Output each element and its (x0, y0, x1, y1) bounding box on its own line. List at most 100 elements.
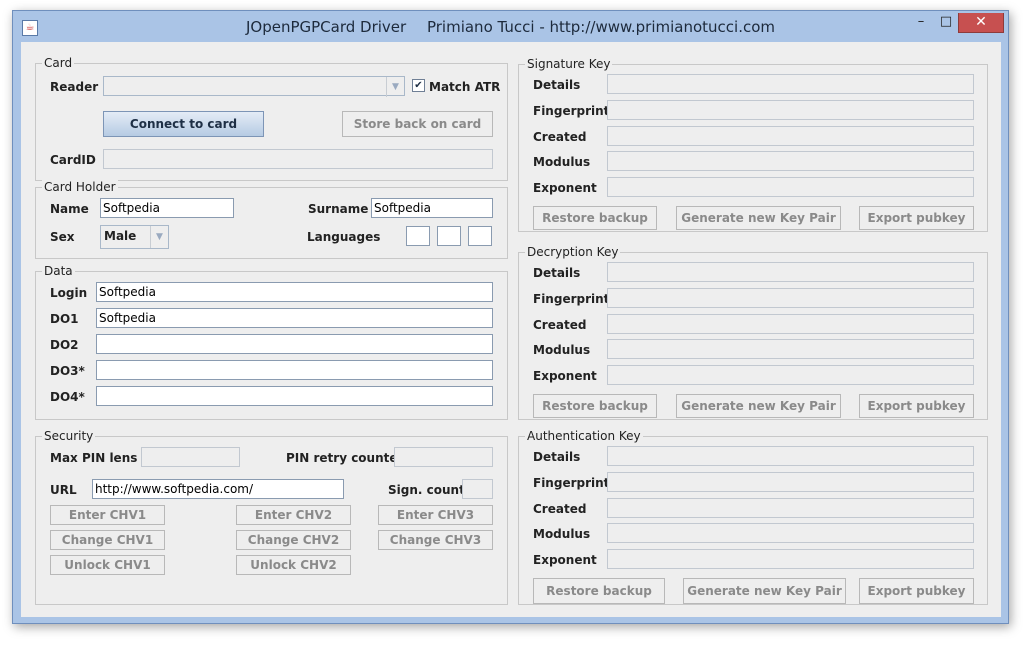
dec-fingerprint-label: Fingerprint (533, 292, 610, 306)
minimize-button[interactable]: – (908, 13, 934, 33)
maximize-button[interactable]: □ (933, 13, 959, 33)
card-holder-legend: Card Holder (42, 180, 118, 194)
connect-to-card-button[interactable]: Connect to card (103, 111, 264, 137)
sig-generate-key-pair-button[interactable]: Generate new Key Pair (676, 206, 841, 230)
data-legend: Data (42, 264, 75, 278)
sex-label: Sex (50, 230, 75, 244)
dec-created-label: Created (533, 318, 587, 332)
do1-label: DO1 (50, 312, 79, 326)
surname-field[interactable]: Softpedia (371, 198, 493, 218)
dec-modulus-field[interactable] (607, 339, 974, 359)
language-field-2[interactable] (437, 226, 461, 246)
main-panel: Card Reader ▼ ✔ Match ATR Connect to car… (21, 42, 1001, 617)
dec-exponent-field[interactable] (607, 365, 974, 385)
match-atr-checkbox[interactable]: ✔ (412, 79, 425, 92)
card-group: Card Reader ▼ ✔ Match ATR Connect to car… (35, 56, 508, 181)
auth-details-label: Details (533, 450, 581, 464)
signature-key-group: Signature Key Details Fingerprint Create… (518, 57, 988, 232)
url-label: URL (50, 483, 77, 497)
language-field-3[interactable] (468, 226, 492, 246)
language-field-1[interactable] (406, 226, 430, 246)
data-group: Data Login Softpedia DO1 Softpedia DO2 D… (35, 264, 508, 420)
change-chv3-button[interactable]: Change CHV3 (378, 530, 493, 550)
signature-key-legend: Signature Key (525, 57, 613, 71)
auth-exponent-field[interactable] (607, 549, 974, 569)
sig-fingerprint-field[interactable] (607, 100, 974, 120)
auth-fingerprint-field[interactable] (607, 472, 974, 492)
card-legend: Card (42, 56, 75, 70)
login-field[interactable]: Softpedia (96, 282, 493, 302)
dec-generate-key-pair-button[interactable]: Generate new Key Pair (676, 394, 841, 418)
max-pin-lens-field[interactable] (141, 447, 240, 467)
sign-count-field[interactable] (462, 479, 493, 499)
auth-generate-key-pair-button[interactable]: Generate new Key Pair (683, 578, 846, 604)
auth-details-field[interactable] (607, 446, 974, 466)
do4-field[interactable] (96, 386, 493, 406)
dec-created-field[interactable] (607, 314, 974, 334)
window-title: JOpenPGPCard Driver Primiano Tucci - htt… (13, 18, 1008, 36)
dec-exponent-label: Exponent (533, 369, 597, 383)
sig-created-label: Created (533, 130, 587, 144)
store-back-on-card-button[interactable]: Store back on card (342, 111, 493, 137)
cardid-field[interactable] (103, 149, 493, 169)
dec-export-pubkey-button[interactable]: Export pubkey (859, 394, 974, 418)
dec-details-label: Details (533, 266, 581, 280)
security-group: Security Max PIN lens PIN retry counter … (35, 429, 508, 605)
do2-label: DO2 (50, 338, 79, 352)
unlock-chv1-button[interactable]: Unlock CHV1 (50, 555, 165, 575)
app-window: ☕ JOpenPGPCard Driver Primiano Tucci - h… (12, 10, 1009, 624)
name-field[interactable]: Softpedia (100, 198, 234, 218)
sig-restore-backup-button[interactable]: Restore backup (533, 206, 657, 230)
auth-modulus-label: Modulus (533, 527, 591, 541)
sig-exponent-label: Exponent (533, 181, 597, 195)
change-chv2-button[interactable]: Change CHV2 (236, 530, 351, 550)
title-author: Primiano Tucci - http://www.primianotucc… (426, 18, 776, 36)
decryption-key-group: Decryption Key Details Fingerprint Creat… (518, 245, 988, 420)
pin-retry-counter-label: PIN retry counter (286, 451, 404, 465)
do3-field[interactable] (96, 360, 493, 380)
login-label: Login (50, 286, 88, 300)
enter-chv2-button[interactable]: Enter CHV2 (236, 505, 351, 525)
change-chv1-button[interactable]: Change CHV1 (50, 530, 165, 550)
do4-label: DO4* (50, 390, 85, 404)
auth-fingerprint-label: Fingerprint (533, 476, 610, 490)
auth-modulus-field[interactable] (607, 523, 974, 543)
auth-created-label: Created (533, 502, 587, 516)
dec-restore-backup-button[interactable]: Restore backup (533, 394, 657, 418)
sig-created-field[interactable] (607, 126, 974, 146)
enter-chv1-button[interactable]: Enter CHV1 (50, 505, 165, 525)
cardid-label: CardID (50, 153, 96, 167)
auth-restore-backup-button[interactable]: Restore backup (533, 578, 665, 604)
sig-modulus-field[interactable] (607, 151, 974, 171)
do1-field[interactable]: Softpedia (96, 308, 493, 328)
dec-modulus-label: Modulus (533, 343, 591, 357)
auth-export-pubkey-button[interactable]: Export pubkey (859, 578, 974, 604)
close-button[interactable]: ✕ (958, 13, 1004, 33)
sig-details-label: Details (533, 78, 581, 92)
dec-fingerprint-field[interactable] (607, 288, 974, 308)
enter-chv3-button[interactable]: Enter CHV3 (378, 505, 493, 525)
pin-retry-counter-field[interactable] (394, 447, 493, 467)
authentication-key-group: Authentication Key Details Fingerprint C… (518, 429, 988, 605)
sex-select-value: Male (104, 229, 137, 243)
reader-select[interactable]: ▼ (103, 76, 405, 97)
chevron-down-icon[interactable]: ▼ (150, 226, 168, 248)
sig-details-field[interactable] (607, 74, 974, 94)
unlock-chv2-button[interactable]: Unlock CHV2 (236, 555, 351, 575)
sig-modulus-label: Modulus (533, 155, 591, 169)
surname-label: Surname (308, 202, 369, 216)
name-label: Name (50, 202, 89, 216)
sig-exponent-field[interactable] (607, 177, 974, 197)
match-atr-label: Match ATR (429, 80, 501, 94)
do2-field[interactable] (96, 334, 493, 354)
dec-details-field[interactable] (607, 262, 974, 282)
reader-label: Reader (50, 80, 99, 94)
sex-select[interactable]: Male ▼ (100, 225, 169, 249)
card-holder-group: Card Holder Name Softpedia Surname Softp… (35, 180, 508, 259)
sig-export-pubkey-button[interactable]: Export pubkey (859, 206, 974, 230)
authentication-key-legend: Authentication Key (525, 429, 643, 443)
auth-created-field[interactable] (607, 498, 974, 518)
url-field[interactable]: http://www.softpedia.com/ (92, 479, 344, 499)
chevron-down-icon[interactable]: ▼ (386, 77, 404, 97)
title-bar[interactable]: ☕ JOpenPGPCard Driver Primiano Tucci - h… (13, 11, 1008, 43)
